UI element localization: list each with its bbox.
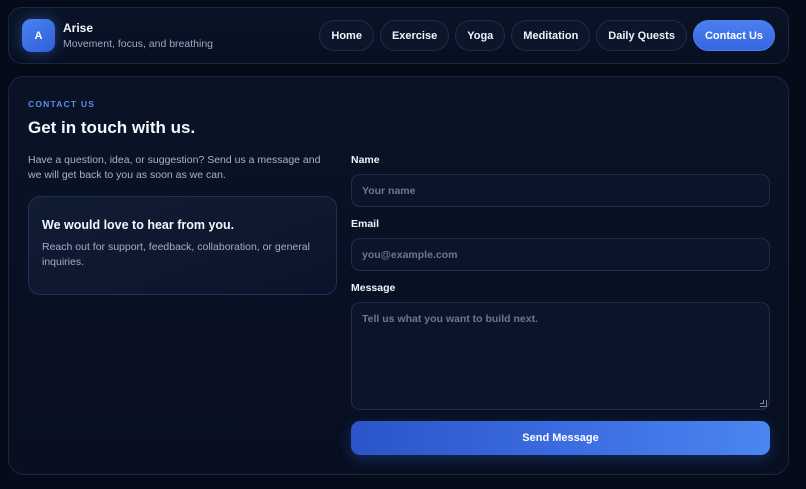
message-textarea[interactable]: Tell us what you want to build next.	[351, 302, 770, 410]
nav-meditation[interactable]: Meditation	[511, 20, 591, 51]
section-eyebrow: CONTACT US	[28, 99, 96, 109]
top-header: A Arise Movement, focus, and breathing H…	[8, 7, 789, 64]
email-label: Email	[351, 218, 380, 230]
main-nav: Home Exercise Yoga Meditation Daily Ques…	[319, 20, 775, 51]
intro-text: Have a question, idea, or suggestion? Se…	[28, 154, 321, 181]
name-placeholder: Your name	[362, 184, 416, 197]
email-input[interactable]: you@example.com	[351, 238, 770, 271]
resize-handle-icon[interactable]	[760, 400, 767, 407]
email-placeholder: you@example.com	[362, 248, 458, 261]
message-placeholder: Tell us what you want to build next.	[362, 313, 538, 325]
logo-letter: A	[34, 29, 43, 42]
nav-daily-quests[interactable]: Daily Quests	[596, 20, 687, 51]
brand-name: Arise	[63, 21, 94, 35]
brand-logo[interactable]: A	[22, 19, 55, 52]
info-card-body: Reach out for support, feedback, collabo…	[42, 241, 310, 268]
send-message-button[interactable]: Send Message	[351, 421, 770, 455]
info-card: We would love to hear from you. Reach ou…	[28, 196, 337, 295]
name-label: Name	[351, 154, 380, 166]
nav-exercise[interactable]: Exercise	[379, 20, 450, 51]
nav-contact-us[interactable]: Contact Us	[692, 20, 775, 51]
brand-tagline: Movement, focus, and breathing	[63, 38, 214, 50]
page-title: Get in touch with us.	[28, 118, 196, 137]
message-label: Message	[351, 282, 396, 294]
info-card-title: We would love to hear from you.	[42, 218, 235, 232]
contact-panel: CONTACT US Get in touch with us. Have a …	[8, 76, 789, 475]
nav-home[interactable]: Home	[319, 20, 374, 51]
name-input[interactable]: Your name	[351, 174, 770, 207]
nav-yoga[interactable]: Yoga	[455, 20, 506, 51]
